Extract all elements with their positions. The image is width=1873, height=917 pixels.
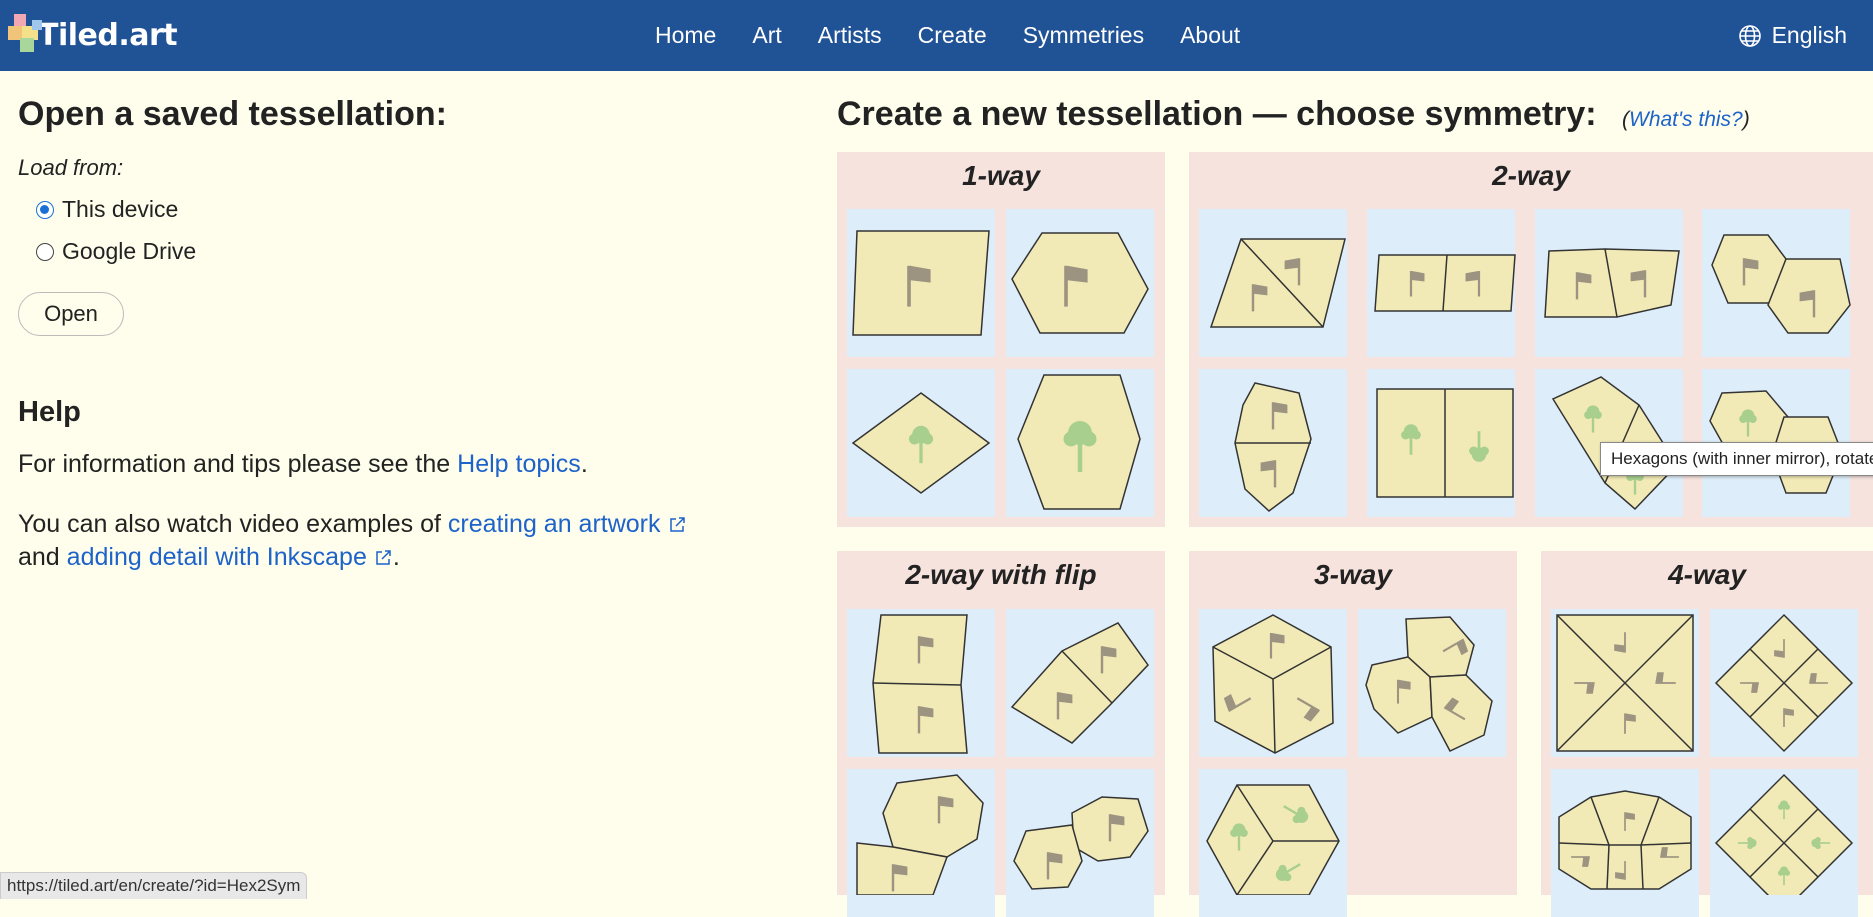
tile-pentagon-pair-flag[interactable] — [1702, 209, 1851, 357]
radio-google-drive[interactable]: Google Drive — [36, 238, 196, 265]
logo-text: Tiled.art — [38, 17, 178, 53]
radio-label: Google Drive — [62, 238, 197, 264]
tile-pentagon-trio-flag[interactable] — [1358, 609, 1506, 757]
nav-artists[interactable]: Artists — [818, 22, 882, 49]
tessellation-preview — [1013, 796, 1149, 890]
logo-mark-icon — [8, 12, 52, 58]
external-link-icon — [669, 517, 685, 533]
tile-quad-pair-flag[interactable] — [1535, 209, 1683, 357]
main-nav: Home Art Artists Create Symmetries About — [655, 0, 1276, 71]
tessellation-preview — [1714, 613, 1854, 753]
tessellation-preview — [1010, 622, 1149, 744]
nav-create[interactable]: Create — [918, 22, 987, 49]
tessellation-preview — [1017, 374, 1141, 510]
tile-rhombus-tree[interactable] — [847, 369, 995, 517]
help-paragraph-1: For information and tips please see the … — [18, 448, 778, 481]
radio-button-checked[interactable] — [36, 200, 54, 219]
tessellation-preview — [1374, 254, 1516, 312]
tile-tooltip: Hexagons (with inner mirror), rotate — [1600, 442, 1873, 476]
language-label: English — [1771, 22, 1847, 48]
nav-home[interactable]: Home — [655, 22, 716, 49]
tile-rhombus-pair-flag[interactable] — [1006, 609, 1154, 757]
tile-square-x-flag[interactable] — [1551, 609, 1699, 757]
help-text: and — [18, 543, 67, 571]
tile-quad-stack-flag[interactable] — [847, 609, 995, 757]
creating-artwork-link[interactable]: creating an artwork — [448, 510, 687, 538]
create-section-title: Create a new tessellation — choose symme… — [837, 95, 1597, 133]
help-topics-link[interactable]: Help topics — [457, 450, 581, 478]
nav-about[interactable]: About — [1180, 22, 1240, 49]
tile-hexagon-flag[interactable] — [1006, 209, 1154, 357]
open-button[interactable]: Open — [18, 292, 124, 336]
tessellation-preview — [1234, 382, 1312, 512]
whats-this-link[interactable]: What's this? — [1629, 108, 1743, 131]
tessellation-preview — [1714, 773, 1854, 895]
tessellation-preview — [1711, 234, 1851, 334]
external-link-icon — [376, 550, 391, 566]
tile-parallelogram-flag[interactable] — [847, 209, 995, 357]
top-navigation-bar: Tiled.art Home Art Artists Create Symmet… — [0, 0, 1873, 71]
help-text: You can also watch video examples of — [18, 510, 448, 538]
tile-rect-pair-tree[interactable] — [1367, 369, 1515, 517]
tessellation-preview — [852, 230, 990, 336]
group-title: 2-way — [1492, 160, 1570, 191]
open-section-title: Open a saved tessellation: — [18, 95, 447, 133]
tessellation-preview — [1209, 238, 1346, 328]
tile-hexagon-cube-flag[interactable] — [1199, 609, 1347, 757]
radio-this-device[interactable]: This device — [36, 196, 178, 223]
radio-label: This device — [62, 196, 179, 222]
site-logo[interactable]: Tiled.art — [8, 12, 208, 58]
tessellation-preview — [1558, 790, 1692, 890]
help-paragraph-2: You can also watch video examples of cre… — [18, 508, 778, 574]
language-selector[interactable]: English — [1738, 0, 1847, 71]
help-title: Help — [18, 396, 81, 428]
tessellation-preview — [856, 774, 984, 895]
tessellation-preview — [1544, 248, 1680, 318]
tile-hexagon-split-flag[interactable] — [1199, 369, 1347, 517]
group-title: 2-way with flip — [905, 559, 1097, 590]
group-title: 3-way — [1314, 559, 1392, 590]
tessellation-preview — [1212, 614, 1334, 754]
tessellation-preview — [1376, 388, 1514, 498]
group-title: 4-way — [1668, 559, 1746, 590]
radio-button[interactable] — [36, 242, 54, 261]
tile-diamond-quad-flag[interactable] — [1710, 609, 1858, 757]
help-text-end: . — [392, 543, 400, 571]
tile-triangles-flag[interactable] — [1199, 209, 1347, 357]
tessellation-preview — [1365, 616, 1493, 752]
load-from-label: Load from: — [18, 155, 124, 180]
paren-close: ) — [1742, 108, 1750, 131]
tessellation-preview — [1011, 232, 1149, 334]
help-text: For information and tips please see the — [18, 450, 458, 478]
tile-hexagon-tree[interactable] — [1006, 369, 1154, 517]
globe-icon — [1738, 24, 1761, 47]
tessellation-preview — [1206, 784, 1340, 895]
inkscape-link[interactable]: adding detail with Inkscape — [67, 543, 393, 571]
nav-symmetries[interactable]: Symmetries — [1023, 22, 1144, 49]
help-text-end: . — [580, 450, 588, 478]
nav-art[interactable]: Art — [752, 22, 781, 49]
tessellation-preview — [1556, 614, 1694, 752]
paren-open: ( — [1622, 108, 1629, 131]
tile-rect-pair-flag[interactable] — [1367, 209, 1516, 357]
tessellation-preview — [851, 392, 991, 494]
group-title: 1-way — [962, 160, 1040, 191]
tessellation-preview — [872, 614, 968, 754]
whats-this: (What's this?) — [1622, 108, 1750, 132]
